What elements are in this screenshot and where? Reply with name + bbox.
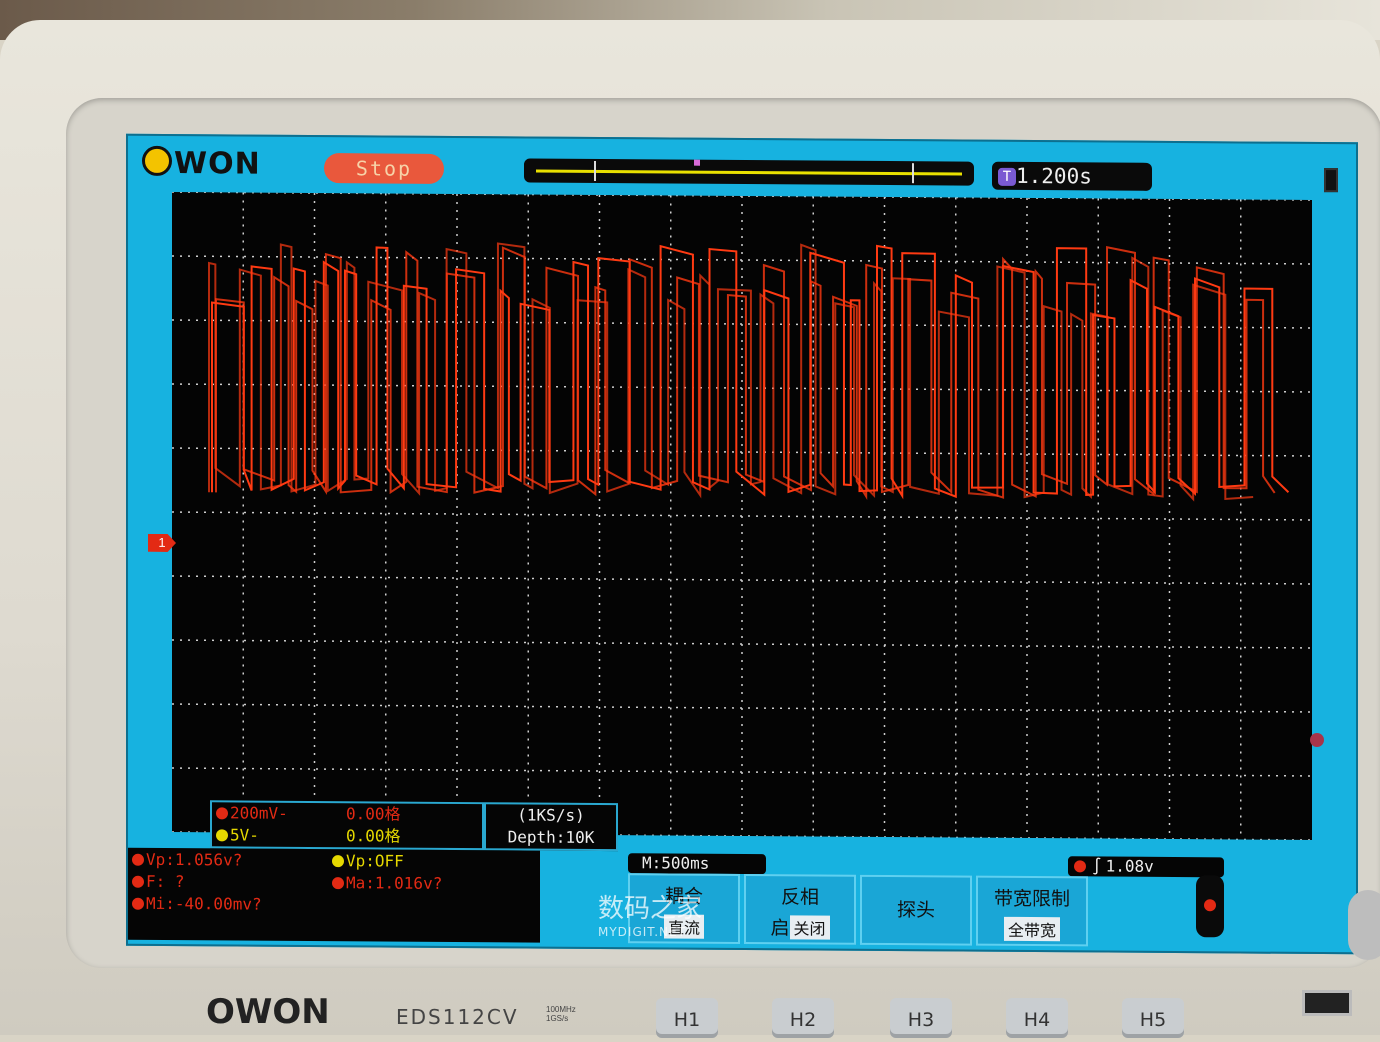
h1-button[interactable]: H1	[656, 998, 718, 1038]
trigger-time-value: 1.200s	[1016, 163, 1092, 189]
measure-min: Mi:-40.00mv?	[132, 894, 262, 914]
ch1-dot-icon	[1204, 899, 1216, 912]
menu-bandwidth-label: 带宽限制	[993, 887, 1070, 911]
model-label: EDS112CV	[396, 1005, 519, 1029]
graticule-plot: 1	[172, 192, 1312, 840]
ch1-dot-icon	[1074, 860, 1086, 873]
battery-icon	[1324, 168, 1338, 193]
menu-invert-value: 关闭	[789, 915, 830, 940]
memory-depth: Depth:10K	[507, 827, 595, 847]
menu-bandwidth-value: 全带宽	[1003, 916, 1060, 942]
trigger-time-readout: T 1.200s	[992, 161, 1152, 191]
menu-bandwidth[interactable]: 带宽限制 全带宽	[976, 875, 1088, 947]
spec-bandwidth: 100MHz	[546, 1005, 576, 1014]
softkey-menu: 耦合 直流 反相启关闭 探头 带宽限制 全带宽	[628, 869, 1208, 947]
ch1-trace-line	[208, 242, 1254, 502]
ch2-offset: 0.00格	[346, 826, 401, 846]
measure-freq-text: F: ?	[146, 871, 185, 892]
h4-button[interactable]: H4	[1006, 998, 1068, 1038]
ch2-info-row: 5V- 0.00格	[212, 824, 482, 848]
ch1-trace-line	[215, 246, 1276, 500]
ch1-scale: 200mV-	[230, 803, 288, 823]
measure-vp-ch1-text: Vp:1.056v?	[146, 849, 243, 870]
side-knob[interactable]	[1348, 890, 1380, 960]
memory-position-bar[interactable]	[524, 158, 974, 186]
brand-logo: OWON	[206, 992, 330, 1032]
measure-freq: F: ?	[132, 872, 185, 891]
ch1-offset: 0.00格	[346, 804, 401, 824]
acquisition-panel: (1KS/s) Depth:10K	[484, 802, 618, 852]
owon-logo: WON	[142, 145, 261, 182]
measure-min-text: Mi:-40.00mv?	[146, 893, 262, 914]
channel-info-panel: 200mV- 0.00格 5V- 0.00格	[210, 800, 484, 851]
menu-invert-label: 反相	[780, 886, 819, 909]
ch1-info-row: 200mV- 0.00格	[212, 802, 482, 826]
h3-button[interactable]: H3	[890, 998, 952, 1038]
menu-side-indicator	[1196, 875, 1224, 938]
ch1-dot-icon	[332, 877, 344, 890]
ch1-dot-icon	[132, 875, 144, 888]
measure-max-text: Ma:1.016v?	[346, 873, 443, 893]
run-stop-indicator[interactable]: Stop	[324, 153, 444, 184]
oscilloscope-screen: WON Stop T 1.200s 1 200mV- 0.00格 5V- 0.00…	[126, 133, 1358, 955]
measure-vp-ch1: Vp:1.056v?	[132, 850, 242, 870]
trigger-position-icon	[694, 159, 700, 166]
spec-sample-rate: 1GS/s	[546, 1014, 569, 1023]
menu-invert[interactable]: 反相启关闭	[744, 874, 856, 945]
ch1-dot-icon	[216, 807, 228, 820]
measure-max: Ma:1.016v?	[332, 873, 442, 893]
ch2-dot-icon	[216, 829, 228, 842]
h5-button[interactable]: H5	[1122, 998, 1184, 1038]
ch1-dot-icon	[132, 853, 144, 866]
watermark-text: 数码之家	[598, 894, 703, 924]
ch1-trace	[208, 242, 1290, 502]
measure-vp-ch2: Vp:OFF	[332, 851, 404, 871]
watermark-sub: MYDIGIT.NET	[598, 925, 686, 939]
memory-window	[594, 160, 914, 184]
indicator-dot	[1310, 733, 1324, 747]
watermark: 数码之家 MYDIGIT.NET	[598, 888, 702, 939]
sample-rate: (1KS/s)	[517, 805, 585, 825]
measurement-panel: Vp:1.056v? Vp:OFF F: ? Ma:1.016v? Mi:-40…	[128, 847, 540, 943]
ch1-dot-icon	[132, 897, 144, 910]
spec-label: 100MHz 1GS/s	[546, 1005, 576, 1023]
menu-invert-prefix: 启	[770, 917, 790, 940]
measure-vp-ch2-text: Vp:OFF	[346, 851, 404, 871]
ch2-scale: 5V-	[230, 825, 259, 845]
menu-probe[interactable]: 探头	[860, 874, 972, 946]
logo-circle-icon	[142, 145, 172, 177]
ch2-dot-icon	[332, 855, 344, 868]
trigger-badge: T	[998, 167, 1016, 186]
menu-probe-label: 探头	[896, 899, 935, 922]
h2-button[interactable]: H2	[772, 998, 834, 1038]
usb-port	[1302, 990, 1352, 1016]
logo-text: WON	[174, 146, 261, 182]
